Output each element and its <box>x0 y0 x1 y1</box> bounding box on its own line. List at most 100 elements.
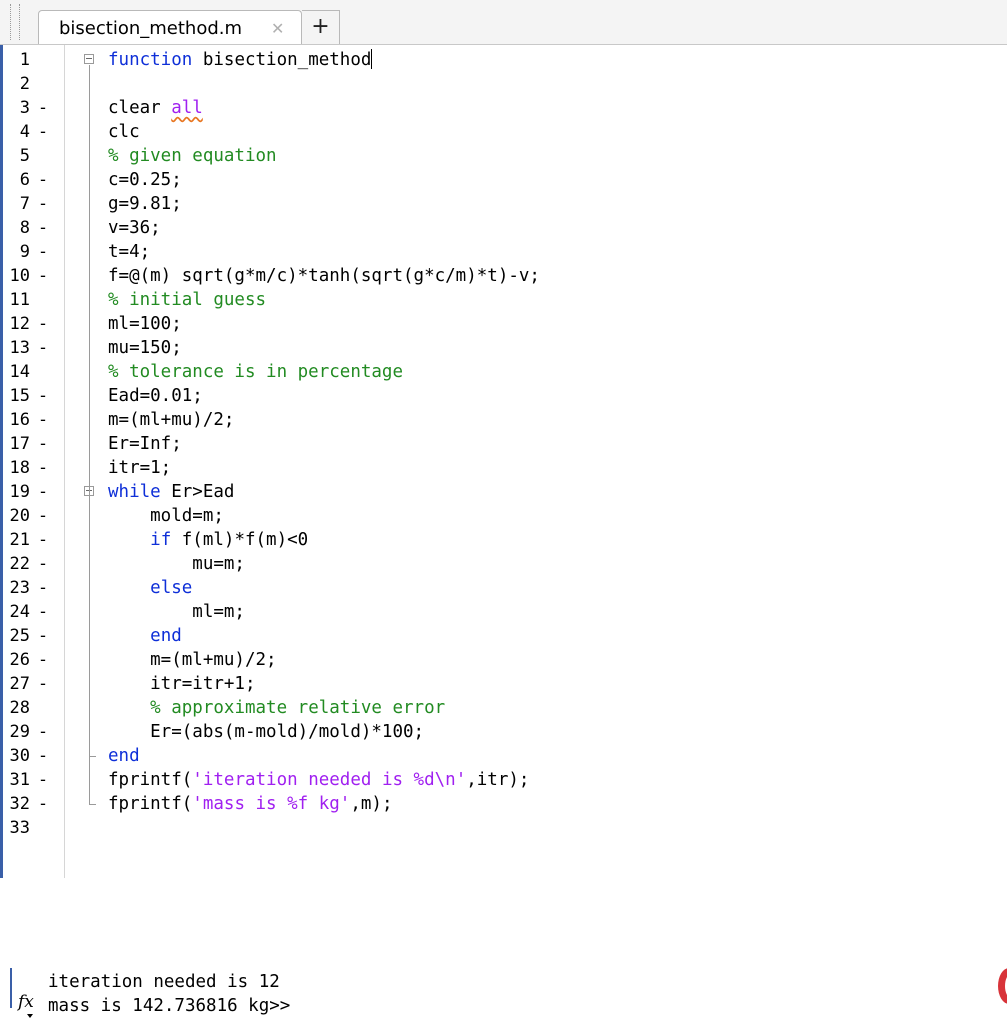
breakpoint-marker[interactable]: - <box>36 216 50 240</box>
breakpoint-marker[interactable]: - <box>36 768 50 792</box>
line-number: 21 <box>9 530 30 550</box>
breakpoint-marker[interactable]: - <box>36 264 50 288</box>
keyword-token: while <box>108 482 161 502</box>
code-line[interactable]: 32- fprintf('mass is %f kg',m); <box>0 792 1007 816</box>
line-number: 18 <box>9 458 30 478</box>
line-number: 27 <box>9 674 30 694</box>
code-area[interactable]: 1 function bisection_method 2 3- clear all 4-… <box>0 45 1007 878</box>
breakpoint-marker[interactable]: - <box>36 576 50 600</box>
breakpoint-marker[interactable]: - <box>36 600 50 624</box>
code-token: c=0.25; <box>108 170 182 190</box>
breakpoint-marker[interactable]: - <box>36 192 50 216</box>
line-number: 31 <box>9 770 30 790</box>
code-line[interactable]: 28 % approximate relative error <box>0 696 1007 720</box>
breakpoint-marker[interactable]: - <box>36 240 50 264</box>
code-text: itr=itr+1; <box>108 672 255 696</box>
code-token: ml=m; <box>108 602 245 622</box>
code-text: itr=1; <box>108 456 171 480</box>
breakpoint-marker[interactable]: - <box>36 168 50 192</box>
breakpoint-marker[interactable]: - <box>36 504 50 528</box>
code-line[interactable]: 15- Ead=0.01; <box>0 384 1007 408</box>
code-text: m=(ml+mu)/2; <box>108 648 276 672</box>
line-number: 20 <box>9 506 30 526</box>
code-text: ml=m; <box>108 600 245 624</box>
code-line[interactable]: 5 % given equation <box>0 144 1007 168</box>
code-line[interactable]: 25- end <box>0 624 1007 648</box>
fold-toggle-icon[interactable] <box>84 54 94 64</box>
breakpoint-marker[interactable]: - <box>36 672 50 696</box>
output-line: iteration needed is 12 <box>48 972 280 992</box>
code-line[interactable]: 12- ml=100; <box>0 312 1007 336</box>
breakpoint-marker[interactable]: - <box>36 432 50 456</box>
line-number: 30 <box>9 746 30 766</box>
code-line[interactable]: 23- else <box>0 576 1007 600</box>
string-token: 'mass is %f kg' <box>192 794 351 814</box>
code-line[interactable]: 1 function bisection_method <box>0 48 1007 72</box>
code-text: clear all <box>108 96 203 120</box>
code-line[interactable]: 9- t=4; <box>0 240 1007 264</box>
code-line[interactable]: 6- c=0.25; <box>0 168 1007 192</box>
code-line[interactable]: 16- m=(ml+mu)/2; <box>0 408 1007 432</box>
code-line[interactable]: 26- m=(ml+mu)/2; <box>0 648 1007 672</box>
code-line[interactable]: 13- mu=150; <box>0 336 1007 360</box>
code-line[interactable]: 3- clear all <box>0 96 1007 120</box>
breakpoint-marker[interactable]: - <box>36 456 50 480</box>
code-line[interactable]: 29- Er=(abs(m-mold)/mold)*100; <box>0 720 1007 744</box>
code-line[interactable]: 20- mold=m; <box>0 504 1007 528</box>
code-line[interactable]: 19- while Er>Ead <box>0 480 1007 504</box>
comment-token: % approximate relative error <box>150 698 446 718</box>
breakpoint-marker[interactable]: - <box>36 528 50 552</box>
code-line[interactable]: 30- end <box>0 744 1007 768</box>
breakpoint-marker[interactable]: - <box>36 720 50 744</box>
breakpoint-marker[interactable]: - <box>36 624 50 648</box>
keyword-token: end <box>150 626 182 646</box>
command-window[interactable]: iteration needed is 12 fx mass is 142.73… <box>0 960 1007 1024</box>
code-line[interactable]: 21- if f(ml)*f(m)<0 <box>0 528 1007 552</box>
line-number: 28 <box>9 698 30 718</box>
code-text: % tolerance is in percentage <box>108 360 403 384</box>
code-line[interactable]: 22- mu=m; <box>0 552 1007 576</box>
fx-icon[interactable]: fx <box>18 992 34 1018</box>
code-line[interactable]: 27- itr=itr+1; <box>0 672 1007 696</box>
code-line[interactable]: 10- f=@(m) sqrt(g*m/c)*tanh(sqrt(g*c/m)*t… <box>0 264 1007 288</box>
code-line[interactable]: 17- Er=Inf; <box>0 432 1007 456</box>
close-icon[interactable]: ✕ <box>271 19 284 38</box>
breakpoint-marker[interactable]: - <box>36 120 50 144</box>
breakpoint-marker[interactable]: - <box>36 96 50 120</box>
breakpoint-marker[interactable]: - <box>36 648 50 672</box>
code-text: end <box>108 624 182 648</box>
new-tab-button[interactable]: + <box>302 10 340 44</box>
output-line-prompt[interactable]: mass is 142.736816 kg>> <box>48 994 290 1018</box>
breakpoint-marker[interactable]: - <box>36 408 50 432</box>
keyword-token: function <box>108 50 193 70</box>
code-text: mu=150; <box>108 336 182 360</box>
code-token: itr=1; <box>108 458 172 478</box>
code-line[interactable]: 14 % tolerance is in percentage <box>0 360 1007 384</box>
code-line[interactable]: 7- g=9.81; <box>0 192 1007 216</box>
code-line[interactable]: 24- ml=m; <box>0 600 1007 624</box>
code-line[interactable]: 33 <box>0 816 1007 840</box>
breakpoint-marker[interactable]: - <box>36 480 50 504</box>
breakpoint-marker[interactable]: - <box>36 792 50 816</box>
code-line[interactable]: 11 % initial guess <box>0 288 1007 312</box>
breakpoint-marker[interactable]: - <box>36 312 50 336</box>
drag-handle-icon[interactable] <box>10 4 20 40</box>
code-line[interactable]: 2 <box>0 72 1007 96</box>
code-token: v=36; <box>108 218 161 238</box>
code-text: t=4; <box>108 240 150 264</box>
code-line[interactable]: 8- v=36; <box>0 216 1007 240</box>
code-line[interactable]: 4- clc <box>0 120 1007 144</box>
breakpoint-marker[interactable]: - <box>36 552 50 576</box>
code-token: m=(ml+mu)/2; <box>108 410 235 430</box>
code-token: mold=m; <box>108 506 224 526</box>
breakpoint-marker[interactable]: - <box>36 744 50 768</box>
code-line[interactable]: 31- fprintf('iteration needed is %d\n',it… <box>0 768 1007 792</box>
breakpoint-marker[interactable]: - <box>36 384 50 408</box>
breakpoint-marker[interactable]: - <box>36 336 50 360</box>
code-token: clc <box>108 122 140 142</box>
fold-end-marker <box>89 744 96 757</box>
code-line[interactable]: 18- itr=1; <box>0 456 1007 480</box>
tab-bisection-method[interactable]: bisection_method.m ✕ <box>38 10 302 44</box>
line-number: 19 <box>9 482 30 502</box>
